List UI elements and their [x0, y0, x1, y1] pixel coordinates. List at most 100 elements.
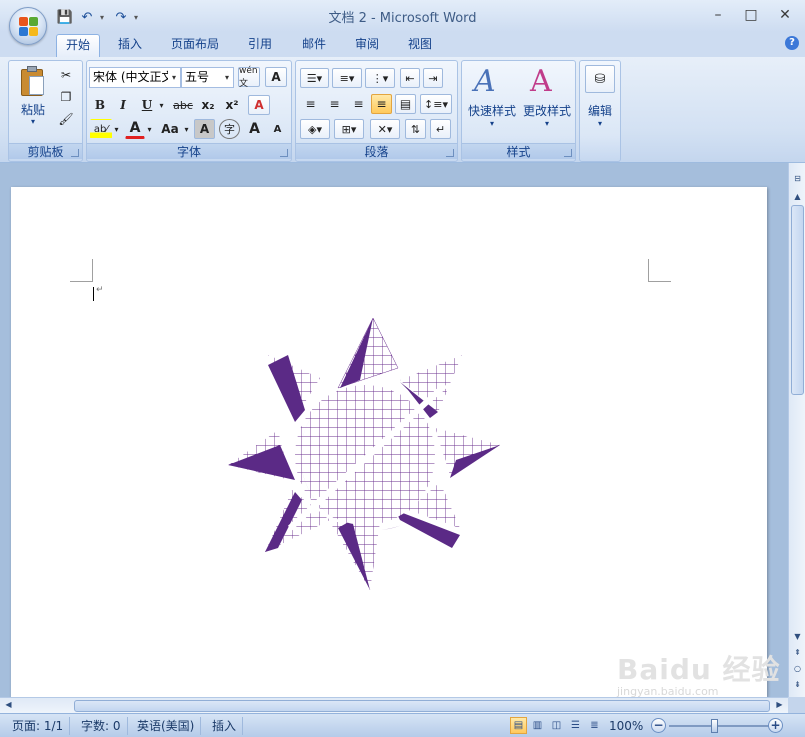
editing-dropdown-icon[interactable]: ▾ [580, 119, 620, 128]
tab-references[interactable]: 引用 [238, 34, 282, 57]
paste-button[interactable]: 粘贴 [13, 101, 53, 118]
binoculars-icon[interactable]: ⛁ [585, 65, 615, 93]
ribbon-tabs: 开始 插入 页面布局 引用 邮件 审阅 视图 [0, 32, 805, 57]
borders-icon[interactable]: ⊞▾ [334, 119, 364, 139]
tab-view[interactable]: 视图 [398, 34, 442, 57]
align-left-icon[interactable]: ≡ [300, 94, 321, 114]
change-styles-dropdown-icon[interactable]: ▾ [519, 119, 575, 128]
close-button[interactable]: ✕ [772, 5, 798, 25]
increase-indent-icon[interactable]: ⇥ [423, 68, 443, 88]
font-size-dropdown-icon[interactable]: ▾ [221, 68, 233, 87]
scroll-up-icon[interactable]: ▲ [791, 191, 804, 203]
paragraph-dialog-launcher-icon[interactable] [446, 149, 454, 157]
cut-icon[interactable]: ✂ [57, 65, 75, 85]
minimize-button[interactable]: – [705, 5, 731, 25]
zoom-slider-thumb[interactable] [711, 719, 718, 733]
office-button[interactable] [9, 7, 47, 45]
scroll-down-icon[interactable]: ▼ [791, 631, 804, 643]
font-color-button[interactable]: A [125, 119, 145, 139]
help-icon[interactable]: ? [785, 36, 799, 50]
draft-view-icon[interactable]: ≣ [586, 717, 603, 734]
quick-styles-icon[interactable]: A [474, 64, 508, 99]
quick-styles-button[interactable]: 快速样式 [464, 102, 520, 119]
paste-dropdown-icon[interactable]: ▾ [13, 117, 53, 126]
format-painter-icon[interactable]: 🖌 [57, 109, 75, 129]
multilevel-list-icon[interactable]: ⋮▾ [365, 68, 395, 88]
highlight-dropdown-icon[interactable]: ▾ [112, 119, 121, 139]
text-highlight-button[interactable]: ab⁄ [90, 119, 112, 139]
font-dialog-launcher-icon[interactable] [280, 149, 288, 157]
font-size-combo[interactable]: 五号 ▾ [181, 67, 234, 88]
horizontal-scroll-thumb[interactable] [74, 700, 770, 712]
previous-page-icon[interactable]: ⇞ [791, 647, 804, 659]
sun-shape[interactable] [220, 310, 510, 600]
align-right-icon[interactable]: ≡ [348, 94, 369, 114]
language-status[interactable]: 英语(美国) [131, 717, 202, 735]
tab-review[interactable]: 审阅 [345, 34, 389, 57]
show-paragraph-marks-icon[interactable]: ↵ [430, 119, 451, 139]
web-layout-view-icon[interactable]: ◫ [548, 717, 565, 734]
tab-mailings[interactable]: 邮件 [292, 34, 336, 57]
italic-button[interactable]: I [113, 95, 133, 115]
browse-object-icon[interactable]: ○ [791, 663, 804, 675]
zoom-level[interactable]: 100% [609, 717, 643, 735]
clear-formatting-button[interactable]: A [248, 95, 270, 115]
shading-icon[interactable]: ◈▾ [300, 119, 330, 139]
change-case-button[interactable]: Aa [158, 119, 182, 139]
horizontal-scrollbar[interactable]: ◀ ▶ [0, 697, 788, 713]
page-count-status[interactable]: 页面: 1/1 [6, 717, 71, 735]
change-styles-icon[interactable]: A [530, 64, 564, 99]
editing-button[interactable]: 编辑 [580, 102, 620, 119]
tab-page-layout[interactable]: 页面布局 [162, 34, 228, 57]
justify-icon[interactable]: ≡ [371, 94, 392, 114]
vertical-scrollbar[interactable]: ⊟ ▲ ▼ ⇞ ○ ⇟ [788, 163, 805, 697]
font-color-dropdown-icon[interactable]: ▾ [145, 119, 154, 139]
character-border-button[interactable]: A [265, 67, 287, 87]
next-page-icon[interactable]: ⇟ [791, 679, 804, 691]
tab-insert[interactable]: 插入 [108, 34, 152, 57]
superscript-button[interactable]: x² [222, 95, 242, 115]
subscript-button[interactable]: x₂ [198, 95, 218, 115]
bullets-icon[interactable]: ☰▾ [300, 68, 329, 88]
ruler-toggle-icon[interactable]: ⊟ [791, 173, 804, 185]
bold-button[interactable]: B [90, 95, 110, 115]
styles-dialog-launcher-icon[interactable] [564, 149, 572, 157]
zoom-in-button[interactable]: + [768, 718, 783, 733]
change-case-dropdown-icon[interactable]: ▾ [182, 119, 191, 139]
paste-icon[interactable] [18, 66, 48, 98]
character-shading-button[interactable]: A [194, 119, 215, 139]
maximize-button[interactable]: □ [738, 5, 764, 25]
grow-font-button[interactable]: A [244, 119, 265, 139]
styles-group: A A 快速样式 更改样式 ▾ ▾ 样式 [461, 60, 576, 162]
font-name-combo[interactable]: 宋体 (中文正文) ▾ [89, 67, 181, 88]
copy-icon[interactable]: ❐ [57, 87, 75, 107]
underline-dropdown-icon[interactable]: ▾ [157, 95, 166, 115]
clipboard-dialog-launcher-icon[interactable] [71, 149, 79, 157]
zoom-out-button[interactable]: − [651, 718, 666, 733]
insert-mode-status[interactable]: 插入 [206, 717, 244, 735]
print-layout-view-icon[interactable]: ▤ [510, 717, 527, 734]
tab-home[interactable]: 开始 [56, 34, 100, 57]
line-spacing-icon[interactable]: ↕≡▾ [420, 94, 452, 114]
sort-icon[interactable]: ⇅ [405, 119, 426, 139]
font-name-dropdown-icon[interactable]: ▾ [168, 68, 180, 87]
shrink-font-button[interactable]: A [267, 119, 288, 139]
scroll-left-icon[interactable]: ◀ [2, 699, 15, 711]
decrease-indent-icon[interactable]: ⇤ [400, 68, 420, 88]
phonetic-guide-button[interactable]: wén文 [238, 66, 260, 89]
distributed-icon[interactable]: ▤ [395, 94, 416, 114]
strikethrough-button[interactable]: abc [171, 95, 195, 115]
chinese-layout-icon[interactable]: ✕▾ [370, 119, 400, 139]
underline-button[interactable]: U [137, 95, 157, 115]
vertical-scroll-thumb[interactable] [791, 205, 804, 395]
quick-styles-dropdown-icon[interactable]: ▾ [464, 119, 520, 128]
scroll-right-icon[interactable]: ▶ [773, 699, 786, 711]
word-count-status[interactable]: 字数: 0 [75, 717, 128, 735]
outline-view-icon[interactable]: ☰ [567, 717, 584, 734]
full-screen-reading-view-icon[interactable]: ▥ [529, 717, 546, 734]
zoom-slider[interactable] [669, 725, 769, 727]
align-center-icon[interactable]: ≡ [324, 94, 345, 114]
enclose-characters-button[interactable]: 字 [219, 119, 240, 139]
numbering-icon[interactable]: ≡▾ [332, 68, 362, 88]
change-styles-button[interactable]: 更改样式 [519, 102, 575, 119]
